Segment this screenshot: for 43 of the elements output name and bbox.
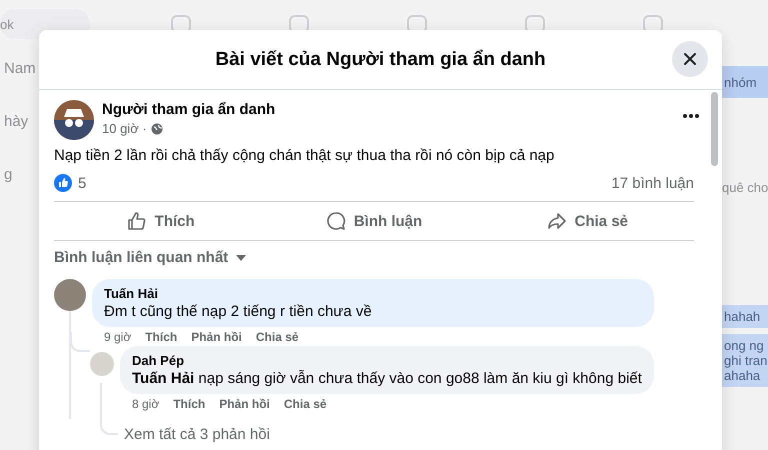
caret-icon [236, 254, 246, 260]
comment-text: Tuấn Hải nạp sáng giờ vẫn chưa thấy vào con go88 làm ăn kiu gì không biết [132, 370, 642, 387]
comment-text: Đm t cũng thế nạp 2 tiếng r tiền chưa về [104, 303, 373, 320]
chat-bubble: hahah [722, 305, 768, 328]
sort-dropdown[interactable]: Bình luận liên quan nhất [54, 244, 246, 271]
comment-time[interactable]: 9 giờ [104, 330, 132, 344]
post-time[interactable]: 10 giờ · [102, 121, 147, 136]
comment-button[interactable]: Bình luận [267, 205, 481, 237]
sidebar-text: g [4, 166, 14, 183]
scrollbar[interactable] [711, 92, 718, 166]
comment-count[interactable]: 17 bình luận [611, 174, 694, 192]
speech-bubble-icon [326, 211, 346, 231]
comment-action-link[interactable]: Thích [173, 397, 206, 411]
reaction-count[interactable]: 5 [78, 174, 86, 192]
dialog-title: Bài viết của Người tham gia ẩn danh [215, 48, 546, 70]
more-options-icon[interactable] [683, 114, 699, 118]
comment-action-link[interactable]: Chia sẻ [256, 330, 299, 344]
thread-line [100, 383, 118, 435]
anonymous-avatar-icon [54, 100, 94, 140]
close-icon [683, 52, 697, 66]
sidebar-text: hày [4, 113, 30, 130]
close-button[interactable] [672, 41, 708, 77]
group-button[interactable]: nhóm [722, 66, 768, 98]
commenter-name[interactable]: Dah Pép [132, 353, 642, 368]
commenter-name[interactable]: Tuấn Hải [104, 286, 642, 301]
view-replies-link[interactable]: Xem tất cả 3 phản hồi [118, 426, 270, 443]
comment-action-link[interactable]: Chia sẻ [284, 397, 327, 411]
thumbs-up-icon [126, 211, 147, 231]
share-arrow-icon [546, 211, 567, 231]
sidebar-text: quê cho [722, 180, 768, 195]
comment-time[interactable]: 8 giờ [132, 397, 160, 411]
comment-action-link[interactable]: Phản hồi [191, 330, 242, 344]
avatar[interactable] [54, 279, 86, 311]
post-text: Nạp tiền 2 lần rồi chả thấy cộng chán thật sự thua tha rồi nó còn bịp cả nạp [54, 147, 556, 164]
sidebar-text: Nam [4, 60, 37, 77]
chat-bubble: ong ng ghi tran ahaha [722, 334, 768, 387]
globe-icon [150, 122, 163, 134]
comment-action-link[interactable]: Phản hồi [219, 397, 270, 411]
comment-action-link[interactable]: Thích [145, 330, 178, 344]
like-reaction-icon [54, 174, 72, 192]
like-button[interactable]: Thích [54, 205, 268, 237]
share-button[interactable]: Chia sẻ [480, 205, 694, 237]
author-name[interactable]: Người tham gia ẩn danh [102, 101, 276, 118]
